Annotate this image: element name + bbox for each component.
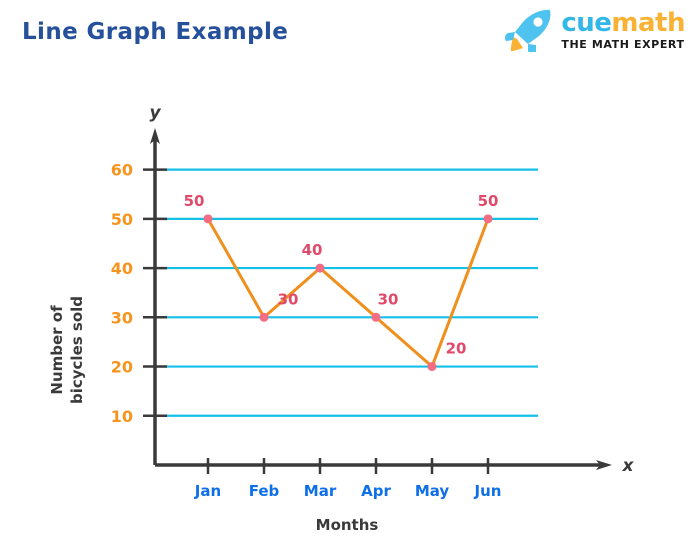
y-axis-title: Number of bicycles sold (48, 296, 86, 404)
y-axis-title-line2: bicycles sold (68, 296, 86, 404)
brand-name-cue: cue (561, 8, 612, 38)
x-tick-label: Jan (194, 482, 221, 500)
data-point-marker[interactable] (427, 362, 437, 372)
data-point-label: 30 (378, 290, 399, 308)
y-axis-title-line1: Number of (48, 305, 66, 395)
data-point-marker[interactable] (259, 312, 269, 322)
y-axis-ticks: 10 20 30 40 50 60 (111, 161, 167, 426)
y-tick-label: 10 (111, 407, 133, 426)
y-tick-label: 50 (111, 210, 133, 229)
page-title: Line Graph Example (22, 19, 289, 45)
x-tick-label: Jun (474, 482, 502, 500)
data-point-label: 40 (302, 241, 323, 259)
data-point-label: 50 (478, 192, 499, 210)
data-point-label: 50 (184, 192, 205, 210)
x-tick-label: May (415, 482, 450, 500)
x-axis-variable-label: x (622, 456, 635, 476)
line-chart: y x 10 20 30 40 50 60 Jan Feb Mar Apr May Jun 50 30… (0, 60, 697, 559)
y-tick-label: 40 (111, 259, 133, 278)
data-point-label: 30 (278, 290, 299, 308)
brand-name-math: math (611, 8, 685, 38)
x-tick-label: Feb (249, 482, 280, 500)
data-point-marker[interactable] (371, 312, 381, 322)
x-tick-label: Apr (361, 482, 391, 500)
data-point-marker[interactable] (203, 214, 213, 224)
x-tick-label: Mar (304, 482, 337, 500)
data-point-label: 20 (446, 340, 467, 358)
y-axis-variable-label: y (149, 103, 161, 123)
y-tick-label: 20 (111, 358, 133, 377)
brand-wordmark: cue math THE MATH EXPERT (561, 10, 685, 50)
data-point-marker[interactable] (483, 214, 493, 224)
y-tick-label: 30 (111, 308, 133, 327)
rocket-icon (505, 9, 551, 52)
data-point-marker[interactable] (315, 263, 325, 273)
brand-logo: cue math THE MATH EXPERT (501, 6, 685, 54)
x-axis-title: Months (316, 516, 379, 534)
chart-canvas: y x 10 20 30 40 50 60 Jan Feb Mar Apr May Jun 50 30… (48, 103, 635, 534)
y-tick-label: 60 (111, 161, 133, 180)
brand-tagline: THE MATH EXPERT (561, 38, 685, 51)
